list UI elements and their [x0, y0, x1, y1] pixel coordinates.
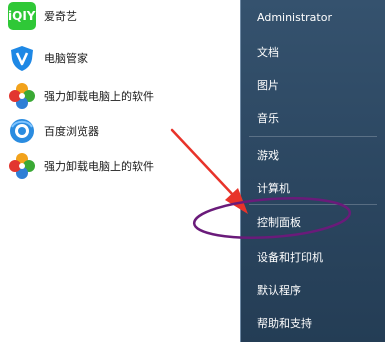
games-link[interactable]: 游戏 — [257, 147, 279, 163]
program-label: 爱奇艺 — [44, 10, 77, 23]
devices-printers-link[interactable]: 设备和打印机 — [257, 249, 323, 265]
start-menu-links: Administrator 文档 图片 音乐 游戏 计算机 控制面板 设备和打印… — [240, 0, 385, 342]
pictures-link[interactable]: 图片 — [257, 77, 279, 93]
control-panel-link[interactable]: 控制面板 — [257, 214, 301, 230]
program-item-pc-manager[interactable]: 电脑管家 — [0, 42, 236, 74]
start-menu: iQIYI 爱奇艺 电脑管家 强力卸载电脑上的软件 百度浏览器 强力卸载电脑上的… — [0, 0, 385, 342]
music-link[interactable]: 音乐 — [257, 110, 279, 126]
user-folder-link[interactable]: Administrator — [257, 11, 332, 24]
uninstaller-icon — [9, 153, 35, 179]
program-label: 百度浏览器 — [44, 125, 99, 138]
iqiyi-icon: iQIYI — [8, 2, 40, 30]
shield-icon — [11, 46, 33, 71]
program-item-uninstaller-2[interactable]: 强力卸载电脑上的软件 — [0, 150, 236, 182]
program-list: iQIYI 爱奇艺 电脑管家 强力卸载电脑上的软件 百度浏览器 强力卸载电脑上的… — [0, 0, 240, 342]
program-label: 电脑管家 — [44, 52, 88, 65]
program-item-baidu-browser[interactable]: 百度浏览器 — [0, 115, 236, 147]
uninstaller-icon — [9, 83, 35, 109]
default-programs-link[interactable]: 默认程序 — [257, 282, 301, 298]
program-item-iqiyi[interactable]: iQIYI 爱奇艺 — [0, 0, 236, 32]
baidu-browser-icon — [10, 119, 34, 143]
program-label: 强力卸载电脑上的软件 — [44, 160, 154, 173]
menu-separator — [249, 204, 377, 205]
help-support-link[interactable]: 帮助和支持 — [257, 315, 312, 331]
documents-link[interactable]: 文档 — [257, 44, 279, 60]
program-label: 强力卸载电脑上的软件 — [44, 90, 154, 103]
computer-link[interactable]: 计算机 — [257, 180, 290, 196]
menu-separator — [249, 136, 377, 137]
program-item-uninstaller[interactable]: 强力卸载电脑上的软件 — [0, 80, 236, 112]
